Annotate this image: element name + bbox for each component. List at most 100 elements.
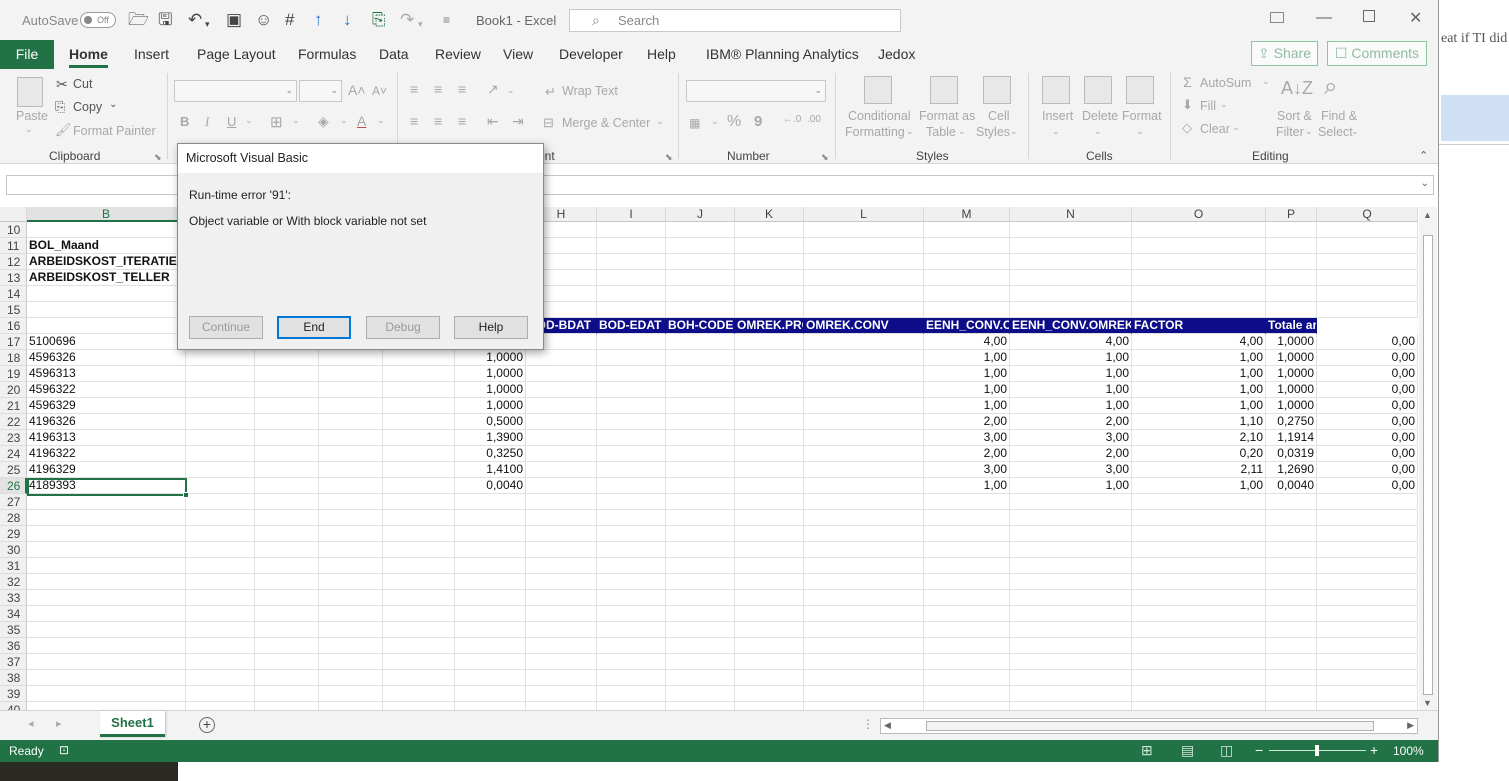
table-cell[interactable]: 1,0000: [1266, 350, 1317, 366]
grid-cell[interactable]: [27, 686, 186, 702]
table-cell-id[interactable]: 4596326: [27, 350, 186, 366]
grid-cell[interactable]: [186, 398, 255, 414]
grid-cell[interactable]: [804, 526, 924, 542]
grid-cell[interactable]: [1010, 622, 1132, 638]
grid-cell[interactable]: [526, 686, 597, 702]
grid-cell[interactable]: [255, 366, 319, 382]
grid-cell[interactable]: [1317, 510, 1418, 526]
table-cell[interactable]: 4,00: [1010, 334, 1132, 350]
table-cell[interactable]: 1,00: [924, 398, 1010, 414]
grid-cell[interactable]: [186, 590, 255, 606]
grid-cell[interactable]: [455, 654, 526, 670]
grid-cell[interactable]: [804, 414, 924, 430]
grid-cell[interactable]: [27, 638, 186, 654]
save-icon[interactable]: 🖫: [158, 10, 172, 30]
grid-cell[interactable]: [186, 638, 255, 654]
grid-cell[interactable]: [27, 654, 186, 670]
grid-cell[interactable]: [735, 622, 804, 638]
grid-cell[interactable]: [1132, 254, 1266, 270]
grid-cell[interactable]: [666, 590, 735, 606]
grid-cell[interactable]: [27, 590, 186, 606]
table-cell[interactable]: 1,00: [1132, 398, 1266, 414]
grid-cell[interactable]: [804, 510, 924, 526]
grid-cell[interactable]: [319, 670, 383, 686]
grid-cell[interactable]: [1317, 302, 1418, 318]
grid-cell[interactable]: [597, 446, 666, 462]
scroll-left-icon[interactable]: ◀: [884, 720, 891, 731]
grid-cell[interactable]: [924, 574, 1010, 590]
zoom-out-icon[interactable]: −: [1255, 742, 1263, 758]
grid-cell[interactable]: [27, 302, 186, 318]
format-as-table-dropdown-icon[interactable]: ⌄: [958, 126, 966, 137]
grid-cell[interactable]: [383, 606, 455, 622]
search-input[interactable]: ⌕ Search: [569, 9, 901, 32]
underline-button[interactable]: U: [227, 114, 236, 129]
format-dropdown-icon[interactable]: ⌄: [1136, 126, 1144, 137]
grid-cell[interactable]: [383, 558, 455, 574]
grid-cell[interactable]: [597, 606, 666, 622]
grid-cell[interactable]: [526, 366, 597, 382]
table-cell[interactable]: 0,00: [1317, 414, 1418, 430]
grid-cell[interactable]: [1010, 238, 1132, 254]
font-color-icon[interactable]: A: [357, 113, 366, 129]
grid-cell[interactable]: [319, 366, 383, 382]
grid-cell[interactable]: [735, 590, 804, 606]
zoom-level[interactable]: 100%: [1393, 744, 1424, 758]
grid-cell[interactable]: [383, 542, 455, 558]
grid-cell[interactable]: [526, 350, 597, 366]
grid-cell[interactable]: [455, 510, 526, 526]
grid-cell[interactable]: [735, 686, 804, 702]
grid-cell[interactable]: [597, 558, 666, 574]
select-all-corner[interactable]: [0, 207, 27, 222]
grid-cell[interactable]: [1010, 606, 1132, 622]
font-color-dropdown-icon[interactable]: ⌄: [377, 115, 385, 126]
grid-cell[interactable]: [924, 302, 1010, 318]
grid-cell[interactable]: [1266, 542, 1317, 558]
table-cell[interactable]: 1,0000: [455, 398, 526, 414]
tab-ibm-planning-analytics[interactable]: IBM® Planning Analytics: [706, 46, 859, 62]
decrease-decimal-icon[interactable]: .00: [807, 114, 821, 125]
grid-cell[interactable]: [526, 654, 597, 670]
grid-cell[interactable]: [1317, 542, 1418, 558]
grid-cell[interactable]: [804, 270, 924, 286]
grid-cell[interactable]: [666, 622, 735, 638]
grid-cell[interactable]: [735, 270, 804, 286]
grid-cell[interactable]: [804, 478, 924, 494]
grid-cell[interactable]: [383, 638, 455, 654]
grid-cell[interactable]: [1010, 542, 1132, 558]
grid-cell[interactable]: [666, 494, 735, 510]
paste-button[interactable]: Paste: [16, 109, 48, 123]
column-header-i[interactable]: I: [597, 207, 666, 222]
grid-cell[interactable]: [666, 606, 735, 622]
tab-developer[interactable]: Developer: [559, 46, 623, 62]
wrap-text-button[interactable]: Wrap Text: [562, 84, 618, 98]
grid-cell[interactable]: [735, 350, 804, 366]
grid-cell[interactable]: [1132, 270, 1266, 286]
table-cell-id[interactable]: 4596313: [27, 366, 186, 382]
number-launcher-icon[interactable]: ⬊: [821, 152, 829, 163]
tab-review[interactable]: Review: [435, 46, 481, 62]
grid-cell[interactable]: [597, 526, 666, 542]
align-left-icon[interactable]: ≡: [410, 113, 418, 129]
table-cell[interactable]: 1,00: [1132, 366, 1266, 382]
table-header-cell[interactable]: FACTOR: [1132, 318, 1266, 334]
grid-cell[interactable]: [804, 670, 924, 686]
grid-cell[interactable]: [804, 494, 924, 510]
grid-cell[interactable]: [186, 606, 255, 622]
grid-cell[interactable]: [597, 686, 666, 702]
table-cell[interactable]: 1,0000: [455, 366, 526, 382]
table-cell[interactable]: 1,0000: [455, 382, 526, 398]
grid-cell[interactable]: [1317, 286, 1418, 302]
grid-cell[interactable]: [804, 462, 924, 478]
label-cell[interactable]: BOL_Maand: [27, 238, 186, 254]
row-header[interactable]: 40: [0, 702, 27, 710]
grid-cell[interactable]: [804, 638, 924, 654]
grid-cell[interactable]: [526, 430, 597, 446]
grid-cell[interactable]: [455, 526, 526, 542]
grid-cell[interactable]: [1266, 286, 1317, 302]
grid-cell[interactable]: [666, 574, 735, 590]
table-cell[interactable]: 0,0319: [1266, 446, 1317, 462]
grid-cell[interactable]: [1266, 606, 1317, 622]
grid-cell[interactable]: [319, 558, 383, 574]
continue-button[interactable]: Continue: [189, 316, 263, 339]
